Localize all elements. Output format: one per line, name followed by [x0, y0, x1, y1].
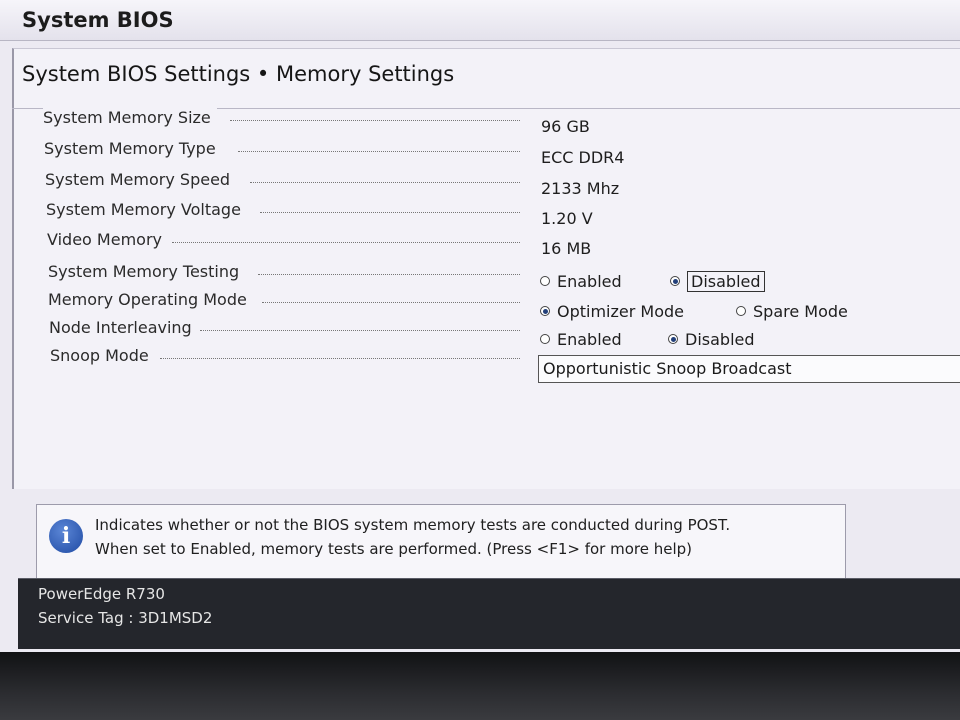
- radio-label: Disabled: [685, 329, 755, 349]
- setting-value-memory-voltage: 1.20 V: [541, 209, 593, 228]
- model-name: PowerEdge R730: [38, 585, 165, 603]
- radio-label: Optimizer Mode: [557, 301, 684, 321]
- node-interleaving-disabled-option[interactable]: Disabled: [668, 328, 755, 350]
- leader-dots: [172, 242, 520, 243]
- help-box: i Indicates whether or not the BIOS syst…: [36, 504, 846, 582]
- radio-button-selected[interactable]: [670, 276, 680, 286]
- radio-label: Enabled: [557, 271, 622, 291]
- memory-testing-disabled-option[interactable]: Disabled: [670, 270, 765, 292]
- setting-row-memory-type: System Memory Type: [40, 139, 520, 163]
- radio-button-selected[interactable]: [540, 306, 550, 316]
- setting-row-memory-voltage: System Memory Voltage: [40, 200, 520, 224]
- setting-value-memory-speed: 2133 Mhz: [541, 179, 620, 198]
- setting-label: Memory Operating Mode: [48, 290, 253, 309]
- setting-row-memory-testing: System Memory Testing: [40, 262, 520, 286]
- radio-button-selected[interactable]: [668, 334, 678, 344]
- setting-row-memory-speed: System Memory Speed: [40, 170, 520, 194]
- leader-dots: [262, 302, 520, 303]
- leader-dots: [160, 358, 520, 359]
- leader-dots: [250, 182, 520, 183]
- setting-row-memory-size: System Memory Size: [40, 108, 520, 132]
- setting-label: System Memory Size: [43, 108, 217, 127]
- node-interleaving-enabled-option[interactable]: Enabled: [540, 328, 622, 350]
- setting-label: System Memory Type: [44, 139, 222, 158]
- leader-dots: [238, 151, 520, 152]
- snoop-mode-select[interactable]: Opportunistic Snoop Broadcast: [538, 355, 960, 383]
- monitor-bezel: [0, 652, 960, 720]
- service-tag: Service Tag : 3D1MSD2: [38, 609, 213, 627]
- memory-testing-enabled-option[interactable]: Enabled: [540, 270, 622, 292]
- leader-dots: [200, 330, 520, 331]
- operating-mode-optimizer-option[interactable]: Optimizer Mode: [540, 300, 684, 322]
- setting-label: System Memory Testing: [48, 262, 246, 281]
- radio-label-focused: Disabled: [687, 270, 765, 292]
- radio-button[interactable]: [540, 276, 550, 286]
- leader-dots: [260, 212, 520, 213]
- app-title: System BIOS: [22, 8, 174, 32]
- help-line-1: Indicates whether or not the BIOS system…: [95, 516, 731, 534]
- title-bar: System BIOS: [0, 0, 960, 41]
- setting-label: Video Memory: [47, 230, 168, 249]
- help-line-2: When set to Enabled, memory tests are pe…: [95, 540, 693, 558]
- setting-value-memory-type: ECC DDR4: [541, 148, 625, 167]
- setting-label: System Memory Speed: [45, 170, 237, 189]
- info-icon: i: [49, 519, 83, 553]
- help-text: Indicates whether or not the BIOS system…: [95, 513, 730, 561]
- leader-dots: [258, 274, 520, 275]
- setting-row-video-memory: Video Memory: [40, 230, 520, 254]
- setting-label: Node Interleaving: [49, 318, 198, 337]
- page-title: System BIOS Settings • Memory Settings: [22, 62, 455, 86]
- radio-label: Enabled: [557, 329, 622, 349]
- setting-label: Snoop Mode: [50, 346, 155, 365]
- operating-mode-spare-option[interactable]: Spare Mode: [736, 300, 848, 322]
- system-info-footer: PowerEdge R730 Service Tag : 3D1MSD2: [18, 578, 960, 649]
- setting-row-node-interleaving: Node Interleaving: [40, 318, 520, 342]
- radio-label: Spare Mode: [753, 301, 848, 321]
- radio-button[interactable]: [736, 306, 746, 316]
- setting-row-operating-mode: Memory Operating Mode: [40, 290, 520, 314]
- bios-screen: System BIOS System BIOS Settings • Memor…: [0, 0, 960, 652]
- setting-row-snoop-mode: Snoop Mode: [40, 346, 520, 370]
- leader-dots: [230, 120, 520, 121]
- setting-label: System Memory Voltage: [46, 200, 247, 219]
- radio-button[interactable]: [540, 334, 550, 344]
- setting-value-video-memory: 16 MB: [541, 239, 592, 258]
- setting-value-memory-size: 96 GB: [541, 117, 590, 136]
